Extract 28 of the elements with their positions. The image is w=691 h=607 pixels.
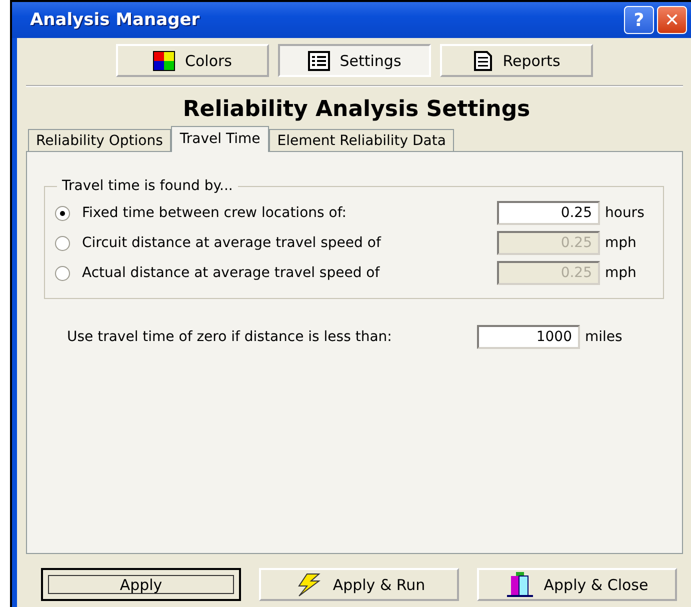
color-grid-icon: [153, 50, 175, 70]
toolbar-button[interactable]: Colors: [116, 44, 269, 77]
input-field[interactable]: 1000: [477, 325, 580, 349]
panel-heading: Reliability Analysis Settings: [182, 97, 532, 122]
action-button[interactable]: Apply & Close: [477, 568, 677, 601]
action-button[interactable]: Apply & Run: [259, 568, 459, 601]
document-icon: [472, 50, 493, 70]
tab[interactable]: Element Reliability Data: [269, 129, 454, 152]
option-label: Fixed time between crew locations of:: [82, 205, 348, 221]
tab[interactable]: Reliability Options: [28, 129, 171, 152]
unit-label: mph: [605, 235, 636, 251]
threshold-label: Use travel time of zero if distance is less than:: [67, 329, 393, 345]
tab[interactable]: Travel Time: [170, 126, 270, 152]
unit-label: hours: [605, 205, 644, 221]
input-field[interactable]: 0.25: [497, 201, 600, 225]
radio-button[interactable]: [55, 206, 70, 220]
option-label: Actual distance at average travel speed of: [82, 265, 381, 281]
unit-label: miles: [585, 329, 622, 345]
toolbar-button[interactable]: Reports: [440, 44, 593, 77]
group-title: Travel time is found by...: [61, 178, 234, 194]
action-button[interactable]: Apply: [41, 568, 241, 601]
form-icon: [308, 50, 330, 70]
window-title: Analysis Manager: [30, 10, 201, 30]
option-label: Circuit distance at average travel speed of: [82, 235, 382, 251]
help-button[interactable]: ?: [624, 6, 654, 34]
unit-label: mph: [605, 265, 636, 281]
close-button[interactable]: ✕: [657, 6, 687, 34]
toolbar-button[interactable]: Settings: [278, 44, 431, 77]
